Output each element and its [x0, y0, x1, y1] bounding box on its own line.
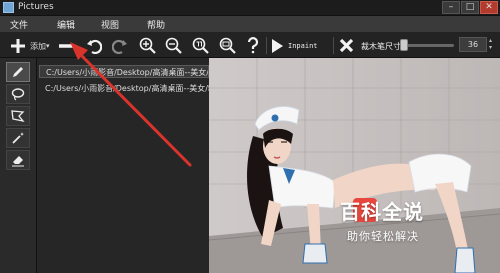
menu-bar: 文件 编辑 视图 帮助	[0, 16, 500, 33]
minus-icon	[59, 43, 73, 48]
polygon-lasso-icon	[11, 110, 25, 122]
magic-wand-tool[interactable]	[6, 128, 30, 148]
inpaint-button[interactable]: Inpaint	[270, 36, 332, 55]
add-button[interactable]	[8, 36, 28, 55]
polygon-lasso-tool[interactable]	[6, 106, 30, 126]
lasso-tool[interactable]	[6, 84, 30, 104]
menu-edit[interactable]: 编辑	[57, 18, 75, 31]
magic-wand-icon	[12, 132, 24, 144]
cancel-button[interactable]	[337, 36, 355, 55]
spin-down-icon[interactable]: ▾	[489, 44, 497, 51]
zoom-in-icon	[139, 37, 156, 54]
eraser-tool[interactable]	[6, 150, 30, 170]
brush-size-spinner[interactable]: ▴ ▾	[489, 37, 497, 52]
zoom-out-icon	[165, 37, 182, 54]
zoom-actual-icon	[219, 37, 236, 54]
inpaint-label: Inpaint	[288, 41, 318, 50]
undo-icon	[87, 39, 102, 54]
pencil-icon	[13, 67, 23, 77]
chevron-down-icon[interactable]: ▾	[46, 42, 50, 50]
toolbar-divider	[266, 37, 267, 54]
zoom-out-button[interactable]	[163, 36, 183, 55]
file-list-item[interactable]: C:/Users/小雨影音/Desktop/高清桌面--美女/制服诱惑	[39, 65, 209, 78]
watermark-title: 百科全说	[340, 200, 424, 224]
brush-size-slider[interactable]	[404, 44, 454, 47]
menu-file[interactable]: 文件	[10, 18, 28, 31]
close-button[interactable]: ✕	[480, 1, 498, 14]
redo-icon	[112, 39, 127, 54]
brush-size-label: 裁木笔尺寸	[361, 42, 401, 51]
pencil-tool[interactable]	[6, 62, 30, 82]
menu-view[interactable]: 视图	[101, 18, 119, 31]
redo-button[interactable]	[110, 36, 130, 55]
remove-button[interactable]	[56, 36, 76, 55]
brush-size-slider-thumb[interactable]	[400, 39, 408, 51]
brush-size-input[interactable]: 36	[459, 37, 487, 52]
plus-icon	[11, 38, 25, 53]
zoom-fit-icon	[192, 37, 209, 54]
eraser-icon	[12, 156, 24, 167]
minimize-button[interactable]: –	[442, 1, 460, 14]
lasso-icon	[11, 88, 25, 101]
add-label: 添加	[30, 42, 46, 51]
toolbar-divider	[333, 37, 334, 54]
undo-button[interactable]	[84, 36, 104, 55]
cancel-icon	[339, 38, 353, 53]
help-icon	[247, 37, 259, 54]
spin-up-icon[interactable]: ▴	[489, 37, 497, 44]
help-button[interactable]	[244, 36, 262, 55]
tool-panel	[0, 58, 37, 273]
menu-help[interactable]: 帮助	[147, 18, 165, 31]
window-title: Pictures	[18, 2, 54, 12]
play-icon	[272, 38, 283, 53]
file-list-item[interactable]: C:/Users/小雨影音/Desktop/高清桌面--美女/制服诱惑	[39, 82, 209, 95]
zoom-fit-button[interactable]	[190, 36, 210, 55]
title-bar: Pictures – □ ✕	[0, 0, 500, 16]
watermark-subtitle: 助你轻松解决	[347, 230, 419, 243]
app-icon	[3, 2, 14, 13]
file-list: C:/Users/小雨影音/Desktop/高清桌面--美女/制服诱惑 C:/U…	[37, 58, 209, 273]
zoom-actual-button[interactable]	[217, 36, 237, 55]
maximize-button[interactable]: □	[461, 1, 479, 14]
zoom-in-button[interactable]	[137, 36, 157, 55]
